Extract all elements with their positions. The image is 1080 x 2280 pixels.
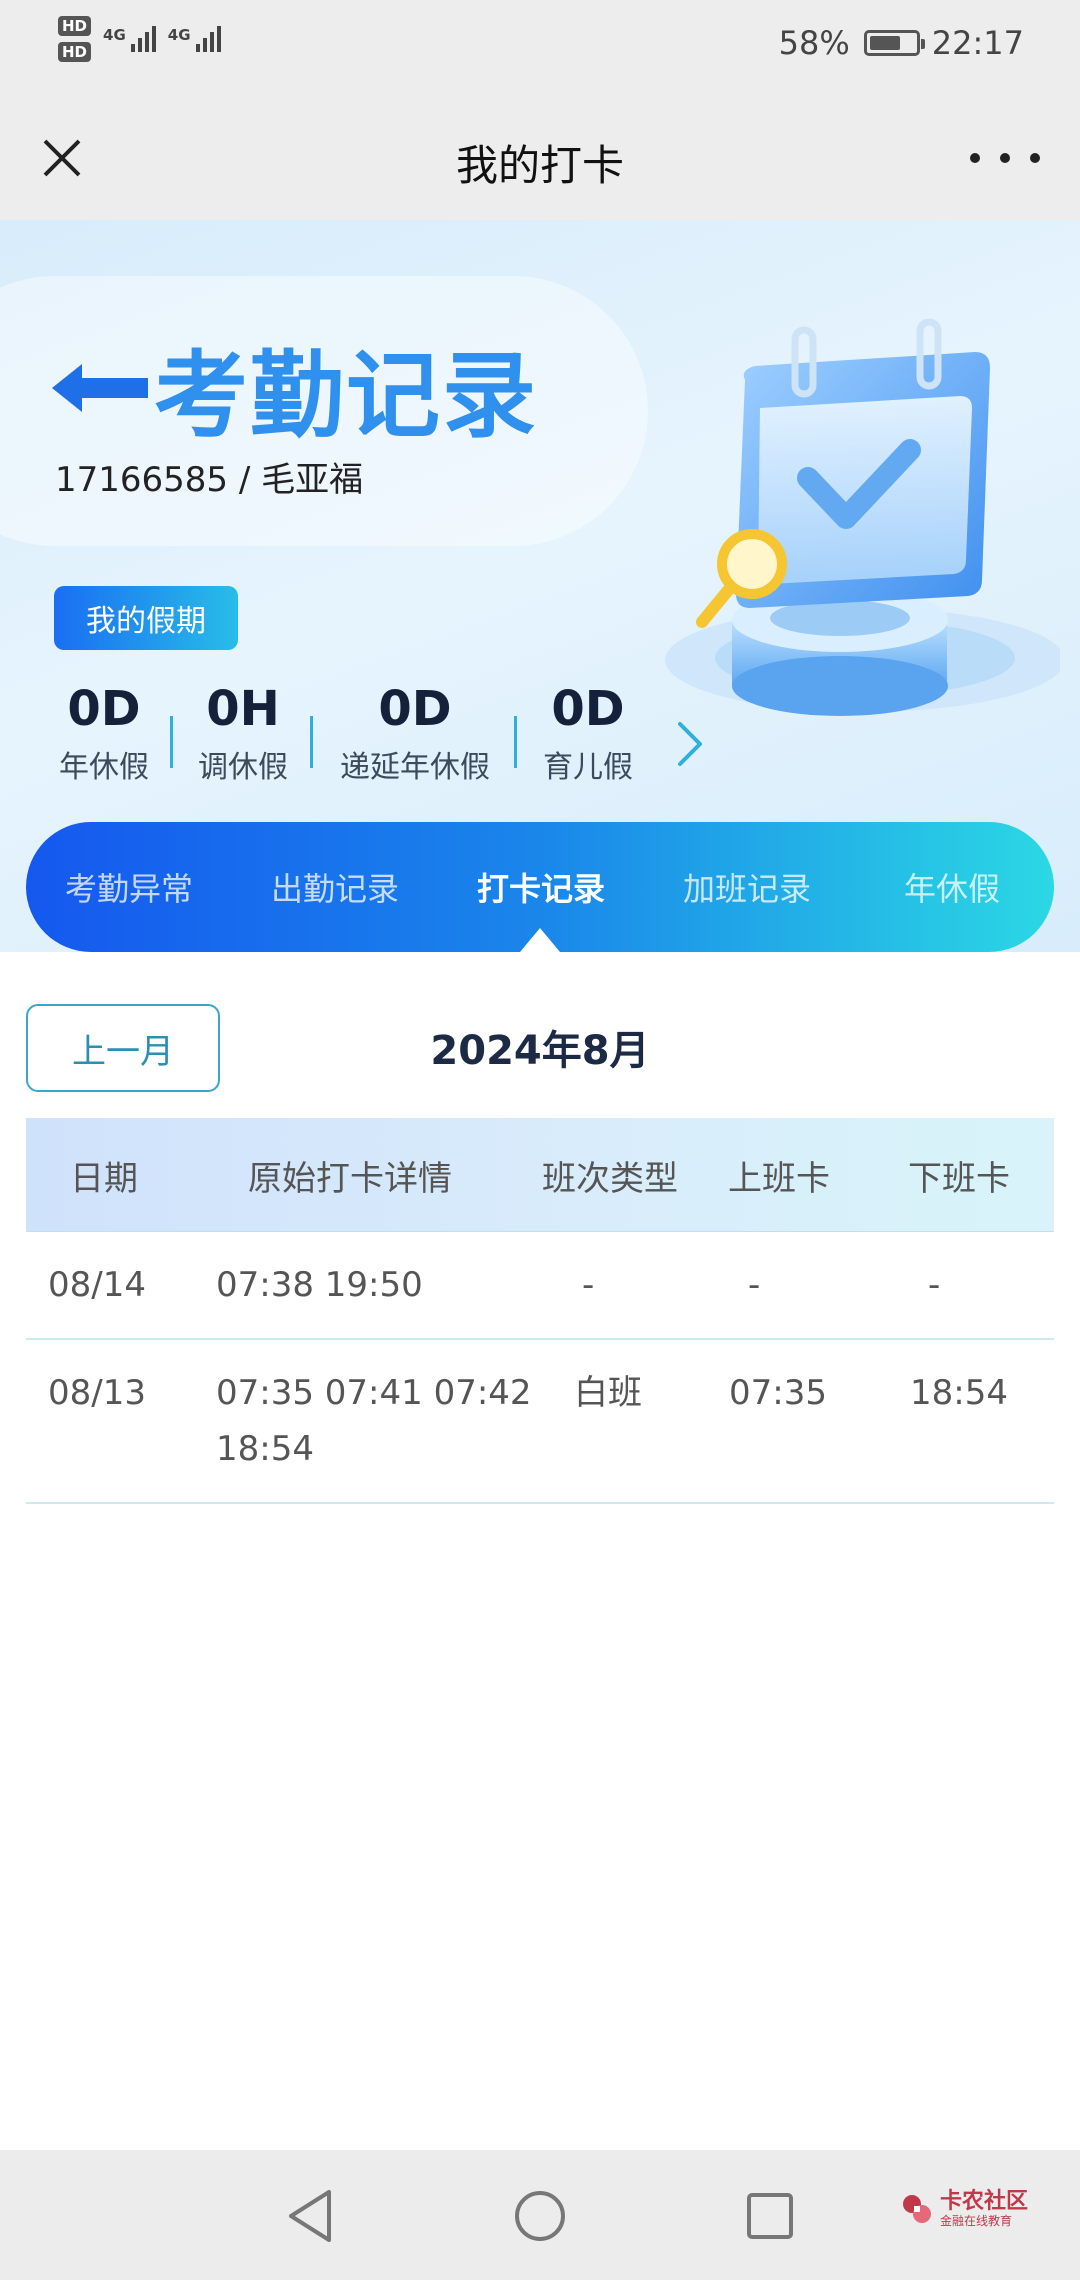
cell-clock-out: 18:54 bbox=[910, 1373, 1008, 1413]
signal-indicators: HD HD 4G 4G bbox=[58, 16, 221, 62]
cell-clock-out: - bbox=[928, 1265, 941, 1305]
more-dot-icon bbox=[1030, 153, 1040, 163]
back-to-attendance-button[interactable]: 考勤记录 bbox=[52, 320, 538, 456]
battery-icon bbox=[863, 30, 925, 56]
circle-home-icon bbox=[515, 2191, 565, 2241]
vacation-item-compensatory: 0H 调休假 bbox=[193, 680, 293, 786]
cell-shift: 白班 bbox=[574, 1373, 642, 1413]
current-month: 2024年8月 bbox=[430, 1028, 650, 1074]
column-header-shift: 班次类型 bbox=[542, 1158, 678, 1199]
cell-detail: 07:35 07:41 07:42 bbox=[216, 1373, 532, 1413]
network-type-sim1: 4G bbox=[103, 26, 126, 44]
cell-date: 08/13 bbox=[48, 1373, 146, 1413]
triangle-back-icon bbox=[289, 2190, 331, 2242]
more-dot-icon bbox=[1000, 153, 1010, 163]
watermark-logo-icon bbox=[903, 2195, 931, 2223]
cell-detail: 07:38 19:50 bbox=[216, 1265, 423, 1305]
table-header: 日期 原始打卡详情 班次类型 上班卡 下班卡 bbox=[26, 1118, 1054, 1232]
vacation-item-deferred: 0D 递延年休假 bbox=[334, 680, 496, 786]
records-card: 上一月 2024年8月 日期 原始打卡详情 班次类型 上班卡 下班卡 08/14… bbox=[0, 952, 1080, 2152]
vacation-value: 0H bbox=[206, 681, 280, 737]
column-header-date: 日期 bbox=[70, 1158, 138, 1199]
column-header-clock-in: 上班卡 bbox=[728, 1158, 830, 1199]
clock: 22:17 bbox=[931, 24, 1024, 62]
watermark-text: 卡农社区 bbox=[940, 2189, 1029, 2214]
vacation-label: 调休假 bbox=[198, 750, 288, 785]
square-recents-icon bbox=[747, 2193, 793, 2239]
signal-icon-sim2: 4G bbox=[168, 26, 221, 52]
employee-info: 17166585 / 毛亚福 bbox=[55, 460, 364, 500]
vacation-divider bbox=[170, 716, 173, 768]
cell-detail-line2: 18:54 bbox=[216, 1429, 314, 1469]
nav-recents-button[interactable] bbox=[738, 2184, 802, 2248]
vacation-divider bbox=[310, 716, 313, 768]
table-row: 08/14 07:38 19:50 - - - bbox=[26, 1232, 1054, 1340]
more-options-button[interactable] bbox=[970, 136, 1040, 180]
more-dot-icon bbox=[970, 153, 980, 163]
title-bar: 我的打卡 bbox=[0, 96, 1080, 220]
status-bar: HD HD 4G 4G 58% 22:17 bbox=[0, 0, 1080, 96]
vacation-divider bbox=[514, 716, 517, 768]
table-row: 08/13 07:35 07:41 07:42 18:54 白班 07:35 1… bbox=[26, 1340, 1054, 1504]
vacation-summary: 0D 年休假 0H 调休假 0D 递延年休假 0D 育儿假 bbox=[0, 680, 720, 790]
tab-attendance-records[interactable]: 出勤记录 bbox=[232, 822, 438, 952]
hero-title: 考勤记录 bbox=[154, 342, 539, 451]
community-watermark: 卡农社区 金融在线教育 bbox=[900, 2190, 1028, 2228]
hd-badge-sim1: HD bbox=[58, 16, 92, 36]
hd-badge-sim2: HD bbox=[58, 42, 92, 62]
cell-date: 08/14 bbox=[48, 1265, 146, 1305]
signal-icon-sim1: 4G bbox=[103, 26, 156, 52]
cell-clock-in: 07:35 bbox=[729, 1373, 827, 1413]
my-vacation-badge[interactable]: 我的假期 bbox=[54, 586, 238, 650]
vacation-label: 年休假 bbox=[59, 750, 149, 785]
nav-home-button[interactable] bbox=[508, 2184, 572, 2248]
tab-annual-leave[interactable]: 年休假 bbox=[850, 822, 1054, 952]
back-arrow-icon bbox=[52, 364, 148, 412]
vacation-value: 0D bbox=[67, 681, 141, 737]
tab-overtime-records[interactable]: 加班记录 bbox=[644, 822, 850, 952]
status-right: 58% 22:17 bbox=[779, 24, 1024, 62]
vacation-label: 递延年休假 bbox=[340, 750, 490, 785]
column-header-clock-out: 下班卡 bbox=[908, 1158, 1010, 1199]
cell-clock-in: - bbox=[748, 1265, 761, 1305]
page-title: 我的打卡 bbox=[455, 141, 624, 190]
battery-percent: 58% bbox=[778, 24, 850, 62]
cell-shift: - bbox=[582, 1265, 595, 1305]
vacation-value: 0D bbox=[378, 681, 452, 737]
tab-attendance-exceptions[interactable]: 考勤异常 bbox=[26, 822, 232, 952]
vacation-item-annual: 0D 年休假 bbox=[54, 680, 154, 786]
watermark-subtext: 金融在线教育 bbox=[940, 2214, 1013, 2228]
column-header-detail: 原始打卡详情 bbox=[248, 1158, 452, 1199]
calendar-illustration-icon bbox=[665, 318, 1060, 716]
vacation-label: 育儿假 bbox=[543, 750, 633, 785]
network-type-sim2: 4G bbox=[167, 26, 191, 44]
nav-back-button[interactable] bbox=[278, 2184, 342, 2248]
active-tab-indicator bbox=[520, 928, 560, 952]
chevron-right-icon[interactable] bbox=[668, 716, 712, 772]
